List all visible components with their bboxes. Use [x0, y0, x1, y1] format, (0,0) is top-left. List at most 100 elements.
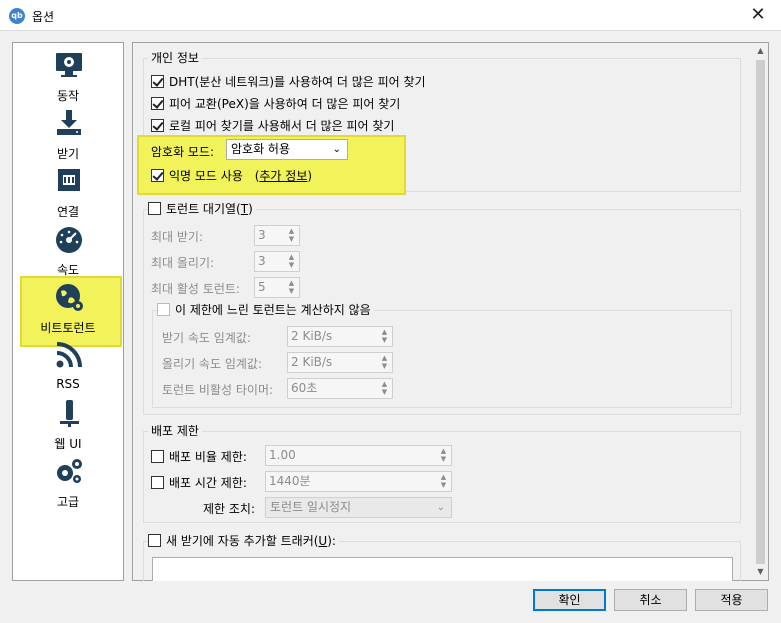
limit-action-value: 토런트 일시정지 — [270, 500, 352, 514]
ratio-limit-label: 배포 비율 제한: — [169, 450, 247, 464]
max-downloads-value: 3 — [258, 228, 266, 242]
scroll-down-icon[interactable]: ▼ — [753, 564, 768, 580]
lsd-checkbox[interactable]: 로컬 피어 찾기를 사용해서 더 많은 피어 찾기 — [151, 117, 394, 135]
ratio-limit-spinbox[interactable]: 1.00 ▲ ▼ — [265, 445, 452, 466]
web-ui-icon — [60, 400, 79, 427]
upload-threshold-label: 올리기 속도 임계값: — [162, 357, 262, 371]
max-active-spinbox[interactable]: 5 ▲ ▼ — [254, 277, 300, 298]
cancel-button[interactable]: 취소 — [614, 589, 687, 611]
max-uploads-value: 3 — [258, 254, 266, 268]
spin-arrows-icon[interactable]: ▲ ▼ — [437, 473, 450, 490]
dht-label: DHT(분산 네트워크)를 사용하여 더 많은 피어 찾기 — [169, 75, 426, 89]
privacy-group-title: 개인 정보 — [148, 49, 202, 66]
max-active-label: 최대 활성 토런트: — [151, 282, 240, 296]
ok-button[interactable]: 확인 — [533, 589, 606, 611]
download-threshold-label: 받기 속도 임계값: — [162, 331, 251, 345]
checkbox-box[interactable] — [148, 534, 161, 547]
checkbox-box[interactable] — [151, 119, 164, 132]
sidebar-item-label: RSS — [56, 377, 80, 391]
time-limit-checkbox[interactable]: 배포 시간 제한: — [151, 474, 247, 492]
spin-arrows-icon[interactable]: ▲ ▼ — [285, 279, 298, 296]
speedometer-icon — [56, 227, 82, 253]
sidebar-item-advanced[interactable]: 고급 — [13, 453, 123, 511]
bittorrent-globe-gear-icon — [56, 284, 83, 311]
qbittorrent-logo-icon: qb — [9, 8, 25, 24]
pex-label: 피어 교환(PeX)을 사용하여 더 많은 피어 찾기 — [169, 97, 401, 111]
anonymous-mode-checkbox[interactable]: 익명 모드 사용 (추가 정보) — [151, 167, 312, 185]
checkbox-box[interactable] — [157, 303, 170, 316]
rss-icon — [56, 342, 82, 368]
sidebar-item-label: 동작 — [56, 89, 80, 103]
spin-arrows-icon[interactable]: ▲ ▼ — [285, 227, 298, 244]
lsd-label: 로컬 피어 찾기를 사용해서 더 많은 피어 찾기 — [169, 119, 395, 133]
checkbox-box[interactable] — [151, 450, 164, 463]
encryption-mode-label: 암호화 모드: — [151, 145, 215, 159]
chevron-down-icon: ⌄ — [436, 502, 445, 513]
max-downloads-label: 최대 받기: — [151, 230, 204, 244]
advanced-gears-icon — [57, 459, 82, 483]
sidebar-item-speed[interactable]: 속도 — [13, 221, 123, 279]
monitor-gear-icon — [56, 53, 82, 77]
scroll-up-icon[interactable]: ▲ — [753, 43, 768, 59]
sidebar-item-rss[interactable]: RSS — [13, 337, 123, 395]
sidebar-item-label: 웹 UI — [54, 437, 82, 451]
encryption-mode-select[interactable]: 암호화 허용 ⌄ — [226, 139, 348, 160]
anonymous-mode-label: 익명 모드 사용 — [169, 169, 243, 183]
time-limit-value: 1440분 — [269, 474, 311, 488]
title-bar: qb 옵션 ✕ — [0, 0, 781, 31]
checkbox-box[interactable] — [151, 169, 164, 182]
network-icon — [58, 169, 80, 191]
download-icon — [57, 110, 81, 135]
vertical-scrollbar[interactable]: ▲ ▼ — [753, 43, 768, 580]
ratio-limit-checkbox[interactable]: 배포 비율 제한: — [151, 448, 247, 466]
inactive-timer-spinbox[interactable]: 60초 ▲ ▼ — [287, 378, 393, 399]
spin-arrows-icon[interactable]: ▲ ▼ — [378, 354, 391, 371]
ratio-limit-value: 1.00 — [269, 448, 296, 462]
sidebar-item-downloads[interactable]: 받기 — [13, 105, 123, 163]
scrollbar-thumb[interactable] — [756, 60, 765, 564]
limit-action-select[interactable]: 토런트 일시정지 ⌄ — [265, 497, 452, 518]
sidebar-item-label: 비트토런트 — [40, 321, 96, 335]
torrent-queue-checkbox[interactable]: 토런트 대기열(T) — [148, 200, 256, 218]
sidebar-item-label: 받기 — [56, 147, 80, 161]
max-downloads-spinbox[interactable]: 3 ▲ ▼ — [254, 225, 300, 246]
max-uploads-spinbox[interactable]: 3 ▲ ▼ — [254, 251, 300, 272]
checkbox-box[interactable] — [151, 75, 164, 88]
inactive-timer-label: 토런트 비활성 타이머: — [162, 383, 274, 397]
slow-torrents-checkbox[interactable]: 이 제한에 느린 토런트는 계산하지 않음 — [157, 301, 374, 319]
checkbox-box[interactable] — [148, 202, 161, 215]
max-uploads-label: 최대 올리기: — [151, 256, 215, 270]
slow-torrents-label: 이 제한에 느린 토런트는 계산하지 않음 — [175, 303, 371, 317]
close-window-button[interactable]: ✕ — [735, 0, 781, 30]
spin-arrows-icon[interactable]: ▲ ▼ — [437, 447, 450, 464]
sidebar-item-webui[interactable]: 웹 UI — [13, 395, 123, 453]
seeding-limits-title: 배포 제한 — [148, 422, 202, 439]
time-limit-label: 배포 시간 제한: — [169, 476, 247, 490]
auto-trackers-checkbox[interactable]: 새 받기에 자동 추가할 트래커(U): — [148, 532, 339, 550]
spin-arrows-icon[interactable]: ▲ ▼ — [285, 253, 298, 270]
apply-button[interactable]: 적용 — [695, 589, 768, 611]
sidebar-item-label: 연결 — [56, 205, 80, 219]
download-threshold-spinbox[interactable]: 2 KiB/s ▲ ▼ — [287, 326, 393, 347]
checkbox-box[interactable] — [151, 97, 164, 110]
trackers-textarea[interactable] — [152, 557, 733, 581]
more-info-link[interactable]: 추가 정보 — [259, 169, 307, 183]
sidebar-item-behavior[interactable]: 동작 — [13, 47, 123, 105]
dht-checkbox[interactable]: DHT(분산 네트워크)를 사용하여 더 많은 피어 찾기 — [151, 73, 426, 91]
options-sidebar: 동작 받기 연결 속도 비트토런트 RSS 웹 UI 고급 — [12, 42, 124, 581]
window-title: 옵션 — [32, 10, 55, 24]
upload-threshold-spinbox[interactable]: 2 KiB/s ▲ ▼ — [287, 352, 393, 373]
spin-arrows-icon[interactable]: ▲ ▼ — [378, 380, 391, 397]
upload-threshold-value: 2 KiB/s — [291, 355, 333, 369]
spin-arrows-icon[interactable]: ▲ ▼ — [378, 328, 391, 345]
time-limit-spinbox[interactable]: 1440분 ▲ ▼ — [265, 471, 452, 492]
inactive-timer-value: 60초 — [291, 381, 318, 395]
pex-checkbox[interactable]: 피어 교환(PeX)을 사용하여 더 많은 피어 찾기 — [151, 95, 400, 113]
sidebar-item-bittorrent[interactable]: 비트토런트 — [13, 276, 123, 347]
max-active-value: 5 — [258, 280, 266, 294]
torrent-queue-label: 토런트 대기열(T) — [166, 202, 253, 216]
download-threshold-value: 2 KiB/s — [291, 329, 333, 343]
sidebar-item-label: 고급 — [56, 495, 80, 509]
sidebar-item-connection[interactable]: 연결 — [13, 163, 123, 221]
checkbox-box[interactable] — [151, 476, 164, 489]
